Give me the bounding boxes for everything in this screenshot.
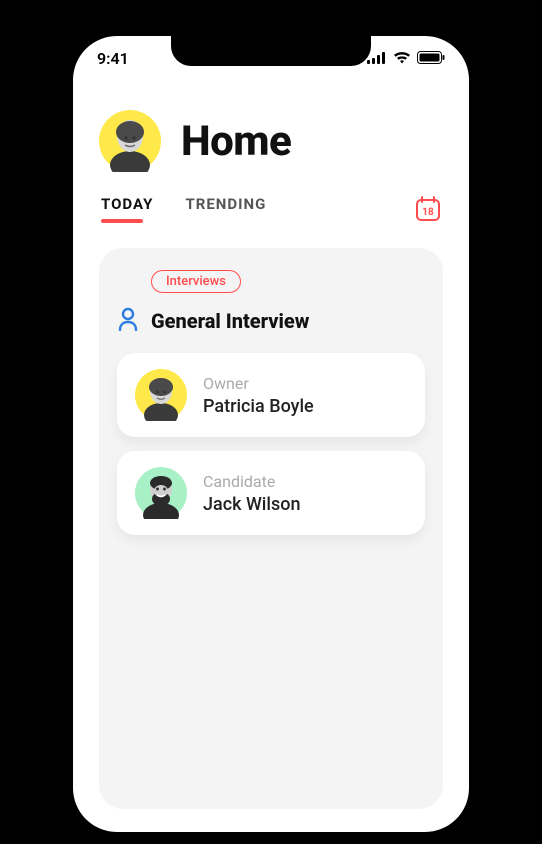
- calendar-button[interactable]: 18: [413, 194, 443, 224]
- owner-role: Owner: [203, 374, 314, 393]
- candidate-role: Candidate: [203, 472, 300, 491]
- owner-card[interactable]: Owner Patricia Boyle: [117, 353, 425, 437]
- person-icon: [117, 307, 139, 335]
- section-title: General Interview: [151, 309, 309, 333]
- battery-icon: [417, 49, 445, 68]
- tab-today[interactable]: TODAY: [101, 195, 153, 223]
- owner-info: Owner Patricia Boyle: [203, 374, 314, 417]
- content: Home TODAY TRENDING 18 Interviews: [73, 98, 469, 809]
- candidate-card[interactable]: Candidate Jack Wilson: [117, 451, 425, 535]
- phone-frame: 9:41: [61, 24, 481, 844]
- candidate-avatar: [135, 467, 187, 519]
- calendar-icon: 18: [414, 195, 442, 223]
- page-title: Home: [181, 117, 291, 166]
- status-right: [367, 49, 445, 68]
- wifi-icon: [393, 49, 411, 68]
- header: Home: [99, 110, 443, 172]
- owner-avatar: [135, 369, 187, 421]
- tabs-row: TODAY TRENDING 18: [99, 194, 443, 224]
- candidate-info: Candidate Jack Wilson: [203, 472, 300, 515]
- phone-notch: [171, 34, 371, 66]
- section-title-row: General Interview: [117, 307, 425, 335]
- section-badge: Interviews: [151, 270, 241, 293]
- profile-avatar[interactable]: [99, 110, 161, 172]
- status-time: 9:41: [97, 49, 129, 68]
- candidate-name: Jack Wilson: [203, 494, 300, 515]
- tab-trending[interactable]: TRENDING: [185, 195, 266, 223]
- owner-name: Patricia Boyle: [203, 396, 314, 417]
- interview-section: Interviews General Interview: [99, 248, 443, 809]
- svg-text:18: 18: [422, 207, 434, 218]
